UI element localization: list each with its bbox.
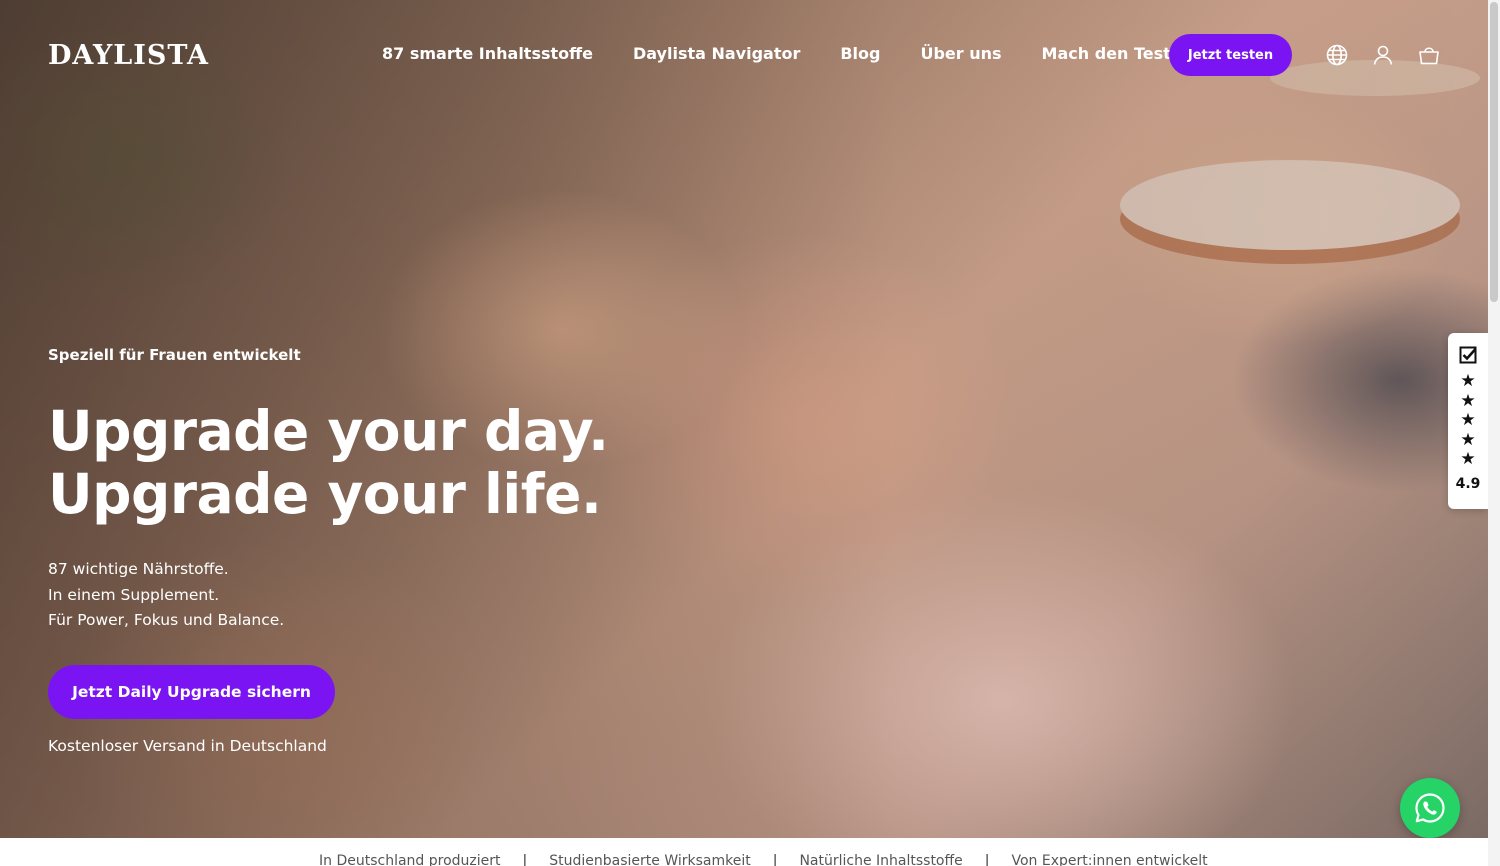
nav-item-test[interactable]: Mach den Test: [1042, 44, 1171, 63]
scrollbar-thumb[interactable]: [1490, 2, 1498, 302]
rating-score: 4.9: [1455, 475, 1481, 492]
hero-headline-line2: Upgrade your life.: [48, 462, 602, 526]
checkmark-badge-icon: [1459, 346, 1477, 364]
usp-separator: |: [522, 853, 528, 866]
site-header: DAYLISTA 87 smarte Inhaltsstoffe Daylist…: [0, 0, 1488, 110]
rating-widget[interactable]: ★ ★ ★ ★ ★ 4.9: [1448, 333, 1488, 509]
brand-logo[interactable]: DAYLISTA: [48, 40, 209, 71]
hero-headline: Upgrade your day. Upgrade your life.: [48, 400, 609, 526]
star-icon: ★: [1460, 410, 1476, 430]
nav-item-blog[interactable]: Blog: [840, 44, 880, 63]
hero-subtext-line3: Für Power, Fokus und Balance.: [48, 611, 285, 629]
usp-item: Studienbasierte Wirksamkeit: [549, 853, 751, 866]
cart-icon[interactable]: [1417, 43, 1441, 67]
page: DAYLISTA 87 smarte Inhaltsstoffe Daylist…: [0, 0, 1500, 866]
hero-eyebrow: Speziell für Frauen entwickelt: [48, 346, 301, 364]
usp-separator: |: [772, 853, 778, 866]
nav-item-navigator[interactable]: Daylista Navigator: [633, 44, 800, 63]
hero-subtext: 87 wichtige Nährstoffe. In einem Supplem…: [48, 557, 284, 634]
star-icon: ★: [1460, 390, 1476, 411]
usp-item: Von Expert:innen entwickelt: [1011, 853, 1208, 866]
globe-icon[interactable]: [1325, 43, 1349, 67]
hero-subtext-line2: In einem Supplement.: [48, 585, 220, 604]
try-now-button[interactable]: Jetzt testen: [1169, 34, 1292, 76]
star-icon: ★: [1460, 449, 1476, 469]
usp-bar: In Deutschland produziert | Studienbasie…: [0, 838, 1488, 866]
hero-subtext-line1: 87 wichtige Nährstoffe.: [48, 560, 229, 578]
shipping-note: Kostenloser Versand in Deutschland: [48, 737, 327, 755]
nav-item-ueber-uns[interactable]: Über uns: [920, 44, 1001, 63]
rating-stars: ★ ★ ★ ★ ★: [1460, 371, 1476, 470]
page-scrollbar[interactable]: [1488, 0, 1500, 866]
nav-item-inhaltsstoffe[interactable]: 87 smarte Inhaltsstoffe: [382, 44, 593, 63]
hero-headline-line1: Upgrade your day.: [48, 399, 609, 463]
main-nav: 87 smarte Inhaltsstoffe Daylista Navigat…: [382, 44, 1171, 63]
whatsapp-button[interactable]: [1400, 778, 1460, 838]
usp-item: Natürliche Inhaltsstoffe: [799, 853, 963, 866]
usp-list: In Deutschland produziert | Studienbasie…: [319, 853, 1208, 866]
star-icon: ★: [1460, 371, 1476, 391]
whatsapp-icon: [1415, 793, 1445, 823]
usp-separator: |: [984, 853, 990, 866]
star-icon: ★: [1460, 429, 1476, 450]
account-icon[interactable]: [1371, 43, 1395, 67]
daily-upgrade-button[interactable]: Jetzt Daily Upgrade sichern: [48, 665, 335, 719]
usp-item: In Deutschland produziert: [319, 853, 501, 866]
